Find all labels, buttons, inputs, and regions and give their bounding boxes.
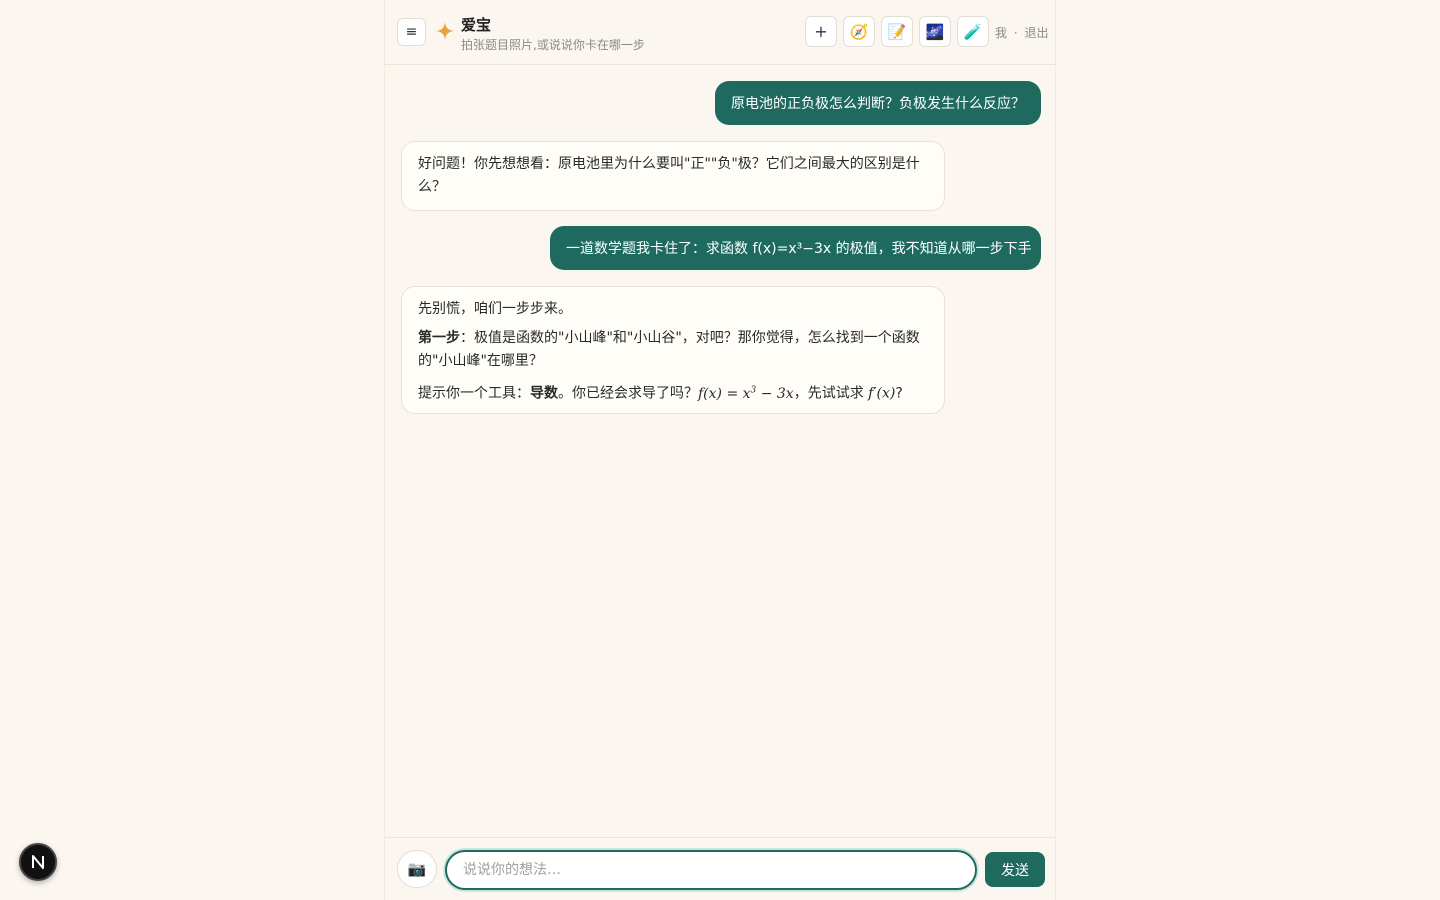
user-message: 一道数学题我卡住了：求函数 f(x)=x³−3x 的极值，我不知道从哪一步下手: [550, 226, 1041, 270]
new-chat-button[interactable]: +: [805, 16, 837, 47]
app-title: 爱宝: [461, 16, 492, 34]
math-expression: f(x) = x3 − 3x: [698, 385, 794, 402]
message-input[interactable]: [445, 850, 977, 890]
user-link[interactable]: 我: [995, 26, 1007, 40]
bold-text: 第一步: [418, 330, 460, 346]
math-part: f(x) = x: [698, 385, 751, 402]
app-subtitle: 拍张题目照片,或说说你卡在哪一步: [461, 38, 645, 52]
test-tube-icon: 🧪: [963, 22, 983, 41]
gallery-button[interactable]: 🌌: [919, 16, 951, 47]
header: ≡ 爱宝 拍张题目照片,或说说你卡在哪一步 + 🧭 📝 🌌 🧪 我 · 退出: [385, 0, 1057, 65]
assistant-message: 先别慌，咱们一步步来。 第一步：极值是函数的"小山峰"和"小山谷"，对吧？那你觉…: [401, 286, 945, 414]
link-separator: ·: [1013, 26, 1018, 40]
compass-icon: 🧭: [849, 22, 869, 41]
user-links: 我 · 退出: [995, 24, 1049, 41]
lab-button[interactable]: 🧪: [957, 16, 989, 47]
assistant-line: 提示你一个工具：导数。你已经会求导了吗？f(x) = x3 − 3x，先试试求 …: [418, 379, 928, 406]
n-logo-icon: [32, 855, 44, 869]
assistant-line-text: 提示你一个工具：: [418, 385, 530, 402]
composer: 📷 发送: [385, 837, 1057, 900]
logout-link[interactable]: 退出: [1025, 26, 1049, 40]
camera-button[interactable]: 📷: [397, 850, 437, 888]
bold-text: 导数: [530, 385, 558, 402]
menu-icon: ≡: [405, 24, 418, 40]
plus-icon: +: [814, 22, 828, 41]
assistant-line-text: ?: [895, 385, 903, 402]
assistant-message: 好问题！你先想想看：原电池里为什么要叫"正""负"极？它们之间最大的区别是什么？: [401, 141, 945, 211]
notes-button[interactable]: 📝: [881, 16, 913, 47]
user-message: 原电池的正负极怎么判断？负极发生什么反应？: [715, 81, 1041, 125]
assistant-line: 先别慌，咱们一步步来。: [418, 301, 572, 317]
send-button[interactable]: 发送: [985, 852, 1045, 887]
chat-app: ≡ 爱宝 拍张题目照片,或说说你卡在哪一步 + 🧭 📝 🌌 🧪 我 · 退出 原…: [384, 0, 1057, 900]
assistant-line: 第一步：极值是函数的"小山峰"和"小山谷"，对吧？那你觉得，怎么找到一个函数的"…: [418, 327, 928, 373]
n-badge[interactable]: [19, 843, 57, 881]
math-part: − 3x: [756, 385, 794, 402]
stars-image-icon: 🌌: [925, 22, 945, 41]
memo-icon: 📝: [887, 22, 907, 41]
assistant-line-text: 。你已经会求导了吗？: [558, 385, 698, 402]
assistant-line-text: ：极值是函数的"小山峰"和"小山谷"，对吧？那你觉得，怎么找到一个函数的"小山峰…: [418, 330, 920, 369]
menu-button[interactable]: ≡: [397, 18, 426, 46]
spark-icon: [436, 22, 454, 40]
math-expression: f′(x): [868, 385, 896, 402]
explore-button[interactable]: 🧭: [843, 16, 875, 47]
assistant-message-text: 好问题！你先想想看：原电池里为什么要叫"正""负"极？它们之间最大的区别是什么？: [418, 156, 920, 195]
camera-icon: 📷: [407, 860, 427, 878]
assistant-line-text: ，先试试求: [793, 385, 869, 402]
